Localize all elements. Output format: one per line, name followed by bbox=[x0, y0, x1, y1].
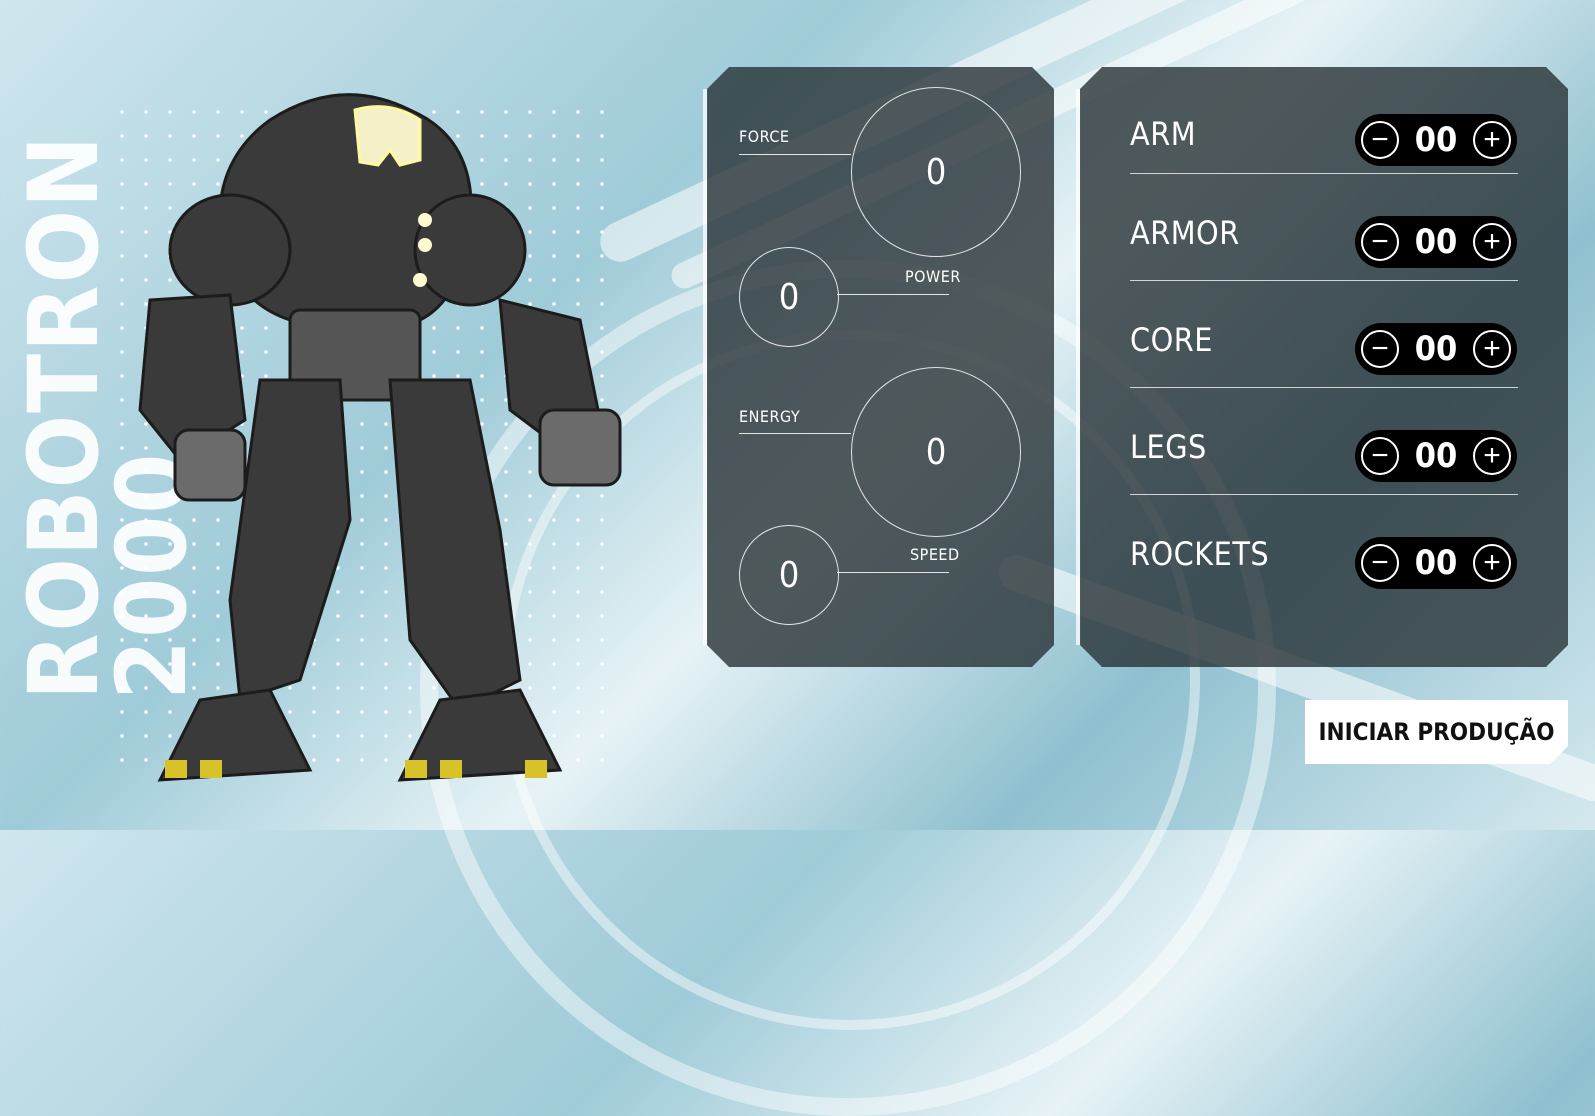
stat-force-line bbox=[739, 154, 851, 155]
part-name: CORE bbox=[1130, 321, 1213, 359]
stats-panel: FORCE 0 0 POWER ENERGY 0 0 SPEED bbox=[707, 67, 1054, 667]
legs-stepper: − 00 + bbox=[1355, 430, 1517, 482]
stat-force-value: 0 bbox=[925, 151, 947, 193]
stat-power-label: POWER bbox=[905, 267, 961, 286]
arm-quantity: 00 bbox=[1414, 120, 1458, 160]
robot-left-leg bbox=[228, 378, 352, 703]
part-row-arm: ARM − 00 + bbox=[1080, 67, 1568, 174]
rockets-quantity: 00 bbox=[1414, 543, 1458, 583]
legs-increment-button[interactable]: + bbox=[1473, 437, 1511, 475]
part-name: ARM bbox=[1130, 115, 1197, 153]
stat-energy-line bbox=[739, 433, 851, 434]
stat-speed-value: 0 bbox=[778, 554, 800, 596]
robot-chest-light bbox=[418, 213, 432, 227]
robot-right-fist bbox=[538, 408, 622, 487]
robot-right-leg bbox=[388, 378, 522, 712]
stat-energy-label: ENERGY bbox=[739, 407, 801, 426]
part-name: LEGS bbox=[1130, 428, 1207, 466]
robot-chest-light bbox=[413, 273, 427, 287]
stat-speed-circle: 0 bbox=[739, 525, 839, 625]
stat-speed-line bbox=[837, 572, 949, 573]
core-stepper: − 00 + bbox=[1355, 323, 1517, 375]
part-name: ARMOR bbox=[1130, 214, 1240, 252]
start-production-button[interactable]: INICIAR PRODUÇÃO bbox=[1305, 700, 1568, 764]
armor-quantity: 00 bbox=[1414, 222, 1458, 262]
part-row-legs: LEGS − 00 + bbox=[1080, 388, 1568, 495]
arm-increment-button[interactable]: + bbox=[1473, 121, 1511, 159]
core-decrement-button[interactable]: − bbox=[1361, 330, 1399, 368]
robot-left-shoulder bbox=[168, 193, 292, 307]
part-row-armor: ARMOR − 00 + bbox=[1080, 174, 1568, 281]
rockets-decrement-button[interactable]: − bbox=[1361, 544, 1399, 582]
armor-increment-button[interactable]: + bbox=[1473, 223, 1511, 261]
stat-power-circle: 0 bbox=[739, 247, 839, 347]
robot-chest-light bbox=[418, 238, 432, 252]
core-increment-button[interactable]: + bbox=[1473, 330, 1511, 368]
stat-force-circle: 0 bbox=[851, 87, 1021, 257]
rockets-increment-button[interactable]: + bbox=[1473, 544, 1511, 582]
core-quantity: 00 bbox=[1414, 329, 1458, 369]
stat-force-label: FORCE bbox=[739, 127, 790, 146]
armor-decrement-button[interactable]: − bbox=[1361, 223, 1399, 261]
legs-quantity: 00 bbox=[1414, 436, 1458, 476]
legs-decrement-button[interactable]: − bbox=[1361, 437, 1399, 475]
robot-left-fist bbox=[173, 428, 247, 502]
arm-stepper: − 00 + bbox=[1355, 114, 1517, 166]
stat-energy-value: 0 bbox=[925, 431, 947, 473]
stat-power-line bbox=[837, 294, 949, 295]
parts-panel: ARM − 00 + ARMOR − 00 + CORE − 00 + LEGS… bbox=[1080, 67, 1568, 667]
rockets-stepper: − 00 + bbox=[1355, 537, 1517, 589]
brand-line-1: ROBOTRON bbox=[8, 133, 120, 700]
robot-right-shoulder bbox=[413, 193, 527, 307]
part-row-core: CORE − 00 + bbox=[1080, 281, 1568, 388]
stat-power-value: 0 bbox=[778, 276, 800, 318]
stat-speed-label: SPEED bbox=[910, 545, 960, 564]
robot-icon bbox=[138, 93, 622, 782]
armor-stepper: − 00 + bbox=[1355, 216, 1517, 268]
part-name: ROCKETS bbox=[1130, 535, 1270, 573]
arm-decrement-button[interactable]: − bbox=[1361, 121, 1399, 159]
part-row-rockets: ROCKETS − 00 + bbox=[1080, 495, 1568, 602]
stat-energy-circle: 0 bbox=[851, 367, 1021, 537]
